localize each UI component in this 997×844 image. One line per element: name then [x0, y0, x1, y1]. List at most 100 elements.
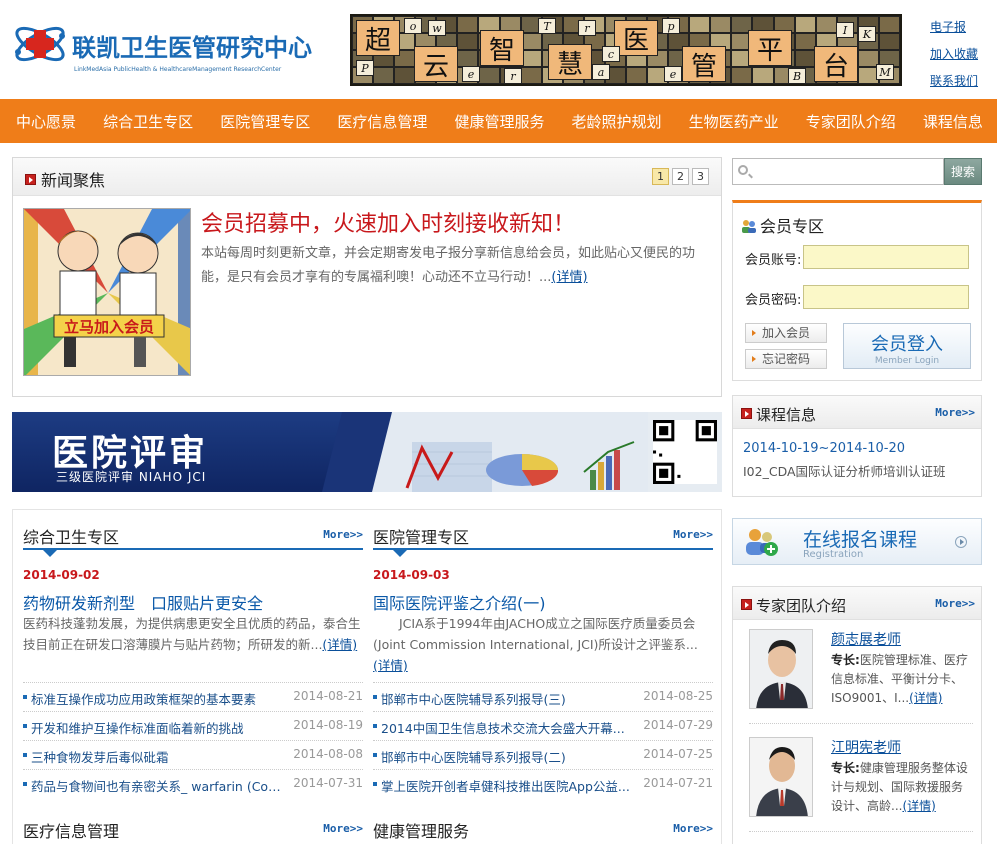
- hospital-management-more-link[interactable]: More>>: [673, 528, 713, 541]
- register-subtitle: Registration: [803, 549, 864, 560]
- banner-pattern-cell: [689, 16, 711, 33]
- banner-pattern-cell: [626, 67, 648, 84]
- hospital-management-heading: 医院管理专区: [373, 528, 470, 547]
- banner-letter-tile: a: [592, 64, 610, 80]
- banner-letter-tile: p: [662, 18, 680, 34]
- list-item[interactable]: 开发和维护互操作标准面临着新的挑战 2014-08-19: [23, 711, 363, 740]
- banner-pattern-cell: [878, 33, 900, 50]
- forgot-password-button[interactable]: 忘记密码: [745, 349, 827, 369]
- expert-name[interactable]: 颜志展老师: [831, 629, 901, 649]
- list-item[interactable]: 标准互操作成功应用政策框架的基本要素 2014-08-21: [23, 682, 363, 711]
- list-item[interactable]: 邯郸市中心医院辅导系列报导(二) 2014-07-25: [373, 740, 713, 769]
- banner-pattern-cell: [815, 16, 837, 33]
- banner-char-tile: 云: [414, 46, 458, 82]
- logo-title: 联凯卫生医管研究中心: [72, 34, 312, 62]
- contact-us-link[interactable]: 联系我们: [930, 68, 994, 95]
- course-info-title: 课程信息: [741, 404, 816, 425]
- expert-photo[interactable]: [749, 737, 813, 817]
- search-button[interactable]: 搜索: [944, 158, 982, 185]
- member-login-button[interactable]: 会员登入 Member Login: [843, 323, 971, 369]
- banner-letter-tile: r: [504, 68, 522, 84]
- news-image[interactable]: 立马加入会员: [23, 208, 191, 376]
- expert-name[interactable]: 江明宪老师: [831, 737, 901, 757]
- featured-article-desc: 医药科技蓬勃发展，为提供病患更安全且优质的药品，泰合生技目前正在研发口溶薄膜片与…: [23, 616, 361, 652]
- expert-team-title: 专家团队介绍: [741, 595, 846, 616]
- play-icon: [25, 174, 36, 185]
- main-nav: 中心愿景 综合卫生专区 医院管理专区 医疗信息管理 健康管理服务 老龄照护规划 …: [0, 99, 997, 143]
- course-more-link[interactable]: More>>: [935, 406, 975, 419]
- nav-medical-informatics[interactable]: 医疗信息管理: [337, 111, 427, 132]
- banner-letter-tile: T: [538, 18, 556, 34]
- banner-pattern-cell: [478, 67, 500, 84]
- nav-hospital-management[interactable]: 医院管理专区: [220, 111, 310, 132]
- banner-pattern-cell: [878, 16, 900, 33]
- news-pager: 1 2 3: [652, 168, 709, 185]
- expert-desc: 专长:医院管理标准、医疗信息标准、平衡计分卡、ISO9001、I...(详情): [831, 653, 968, 705]
- expert-more-link[interactable]: More>>: [935, 597, 975, 610]
- list-item[interactable]: 掌上医院开创者卓健科技推出医院App公益... 2014-07-21: [373, 769, 713, 798]
- member-login-sublabel: Member Login: [874, 356, 940, 366]
- expert-photo[interactable]: [749, 629, 813, 709]
- featured-article-title[interactable]: 药物研发新剂型 口服贴片更安全: [23, 590, 263, 614]
- course-date[interactable]: 2014-10-19~2014-10-20: [743, 441, 905, 456]
- health-management-more-link[interactable]: More>>: [673, 822, 713, 835]
- featured-detail-link[interactable]: (详情): [373, 658, 408, 673]
- member-panel-title: 会员专区: [741, 213, 824, 237]
- hospital-management-header: 医院管理专区 More>>: [373, 510, 713, 557]
- featured-detail-link[interactable]: (详情): [322, 637, 357, 652]
- nav-elderly-care[interactable]: 老龄照护规划: [572, 111, 662, 132]
- banner-letter-tile: w: [428, 20, 446, 36]
- cloud-platform-banner[interactable]: 超云智慧医管平台 ow Pe r Tr ac e p B IK M: [350, 14, 902, 86]
- list-item[interactable]: 三种食物发芽后毒似砒霜 2014-08-08: [23, 740, 363, 769]
- register-title: 在线报名课程: [803, 529, 918, 551]
- news-detail-link[interactable]: (详情): [551, 270, 587, 285]
- health-management-header: 健康管理服务 More>>: [373, 808, 713, 844]
- password-input[interactable]: [803, 285, 969, 309]
- play-icon: [741, 408, 752, 419]
- banner-letter-tile: e: [664, 66, 682, 82]
- featured-date: 2014-09-02: [23, 568, 100, 582]
- join-member-button[interactable]: 加入会员: [745, 323, 827, 343]
- featured-date: 2014-09-03: [373, 568, 450, 582]
- newsletter-link[interactable]: 电子报: [930, 14, 994, 41]
- expert-detail-link[interactable]: (详情): [902, 799, 935, 813]
- list-item[interactable]: 2014中国卫生信息技术交流大会盛大开幕... 2014-07-29: [373, 711, 713, 740]
- online-registration-button[interactable]: 在线报名课程 Registration: [732, 518, 982, 565]
- banner-pattern-cell: [752, 67, 774, 84]
- medical-informatics-more-link[interactable]: More>>: [323, 822, 363, 835]
- hospital-management-column: 医院管理专区 More>> 2014-09-03 国际医院评鉴之介绍(一) JC…: [373, 510, 713, 841]
- nav-experts[interactable]: 专家团队介绍: [806, 111, 896, 132]
- account-label: 会员账号:: [745, 253, 802, 268]
- nav-courses[interactable]: 课程信息: [923, 111, 983, 132]
- nav-health-management[interactable]: 健康管理服务: [454, 111, 544, 132]
- list-item[interactable]: 邯郸市中心医院辅导系列报导(三) 2014-08-25: [373, 682, 713, 711]
- course-name[interactable]: I02_CDA国际认证分析师培训认证班: [743, 461, 946, 480]
- search-icon: [738, 165, 748, 175]
- divider: [749, 831, 973, 832]
- pager-page-3[interactable]: 3: [692, 168, 709, 185]
- site-logo[interactable]: 联凯卫生医管研究中心 LinkMedAsia PublicHealth & He…: [10, 14, 340, 86]
- account-input[interactable]: [803, 245, 969, 269]
- news-headline[interactable]: 会员招募中，火速加入时刻接收新知！: [201, 206, 575, 238]
- pager-page-2[interactable]: 2: [672, 168, 689, 185]
- news-summary: 本站每周时刻更新文章，并会定期寄发电子报分享新信息给会员，如此贴心又便民的功能，…: [201, 246, 696, 285]
- featured-article-desc: JCIA系于1994年由JACHO成立之国际医疗质量委员会(Joint Comm…: [373, 616, 698, 673]
- add-favorite-link[interactable]: 加入收藏: [930, 41, 994, 68]
- public-health-more-link[interactable]: More>>: [323, 528, 363, 541]
- hospital-review-banner[interactable]: 医院评审 三级医院评审 NIAHO JCI: [12, 412, 722, 492]
- register-user-icon: [746, 529, 778, 556]
- nav-biomedical[interactable]: 生物医药产业: [689, 111, 779, 132]
- pager-page-1[interactable]: 1: [652, 168, 669, 185]
- banner-pattern-cell: [457, 33, 479, 50]
- search-input[interactable]: [732, 158, 944, 185]
- banner-char-tile: 台: [814, 46, 858, 82]
- banner-pattern-cell: [457, 16, 479, 33]
- list-item[interactable]: 药品与食物间也有亲密关系_ warfarin (Cou... 2014-07-31: [23, 769, 363, 798]
- featured-article-title[interactable]: 国际医院评鉴之介绍(一): [373, 590, 546, 614]
- nav-public-health[interactable]: 综合卫生专区: [103, 111, 193, 132]
- expert-detail-link[interactable]: (详情): [909, 691, 942, 705]
- nav-vision[interactable]: 中心愿景: [16, 111, 76, 132]
- hospital-review-banner-bg: 医院评审 三级医院评审 NIAHO JCI: [12, 412, 648, 492]
- header: 联凯卫生医管研究中心 LinkMedAsia PublicHealth & He…: [0, 0, 997, 99]
- course-info-panel: 课程信息 More>> 2014-10-19~2014-10-20 I02_CD…: [732, 395, 982, 497]
